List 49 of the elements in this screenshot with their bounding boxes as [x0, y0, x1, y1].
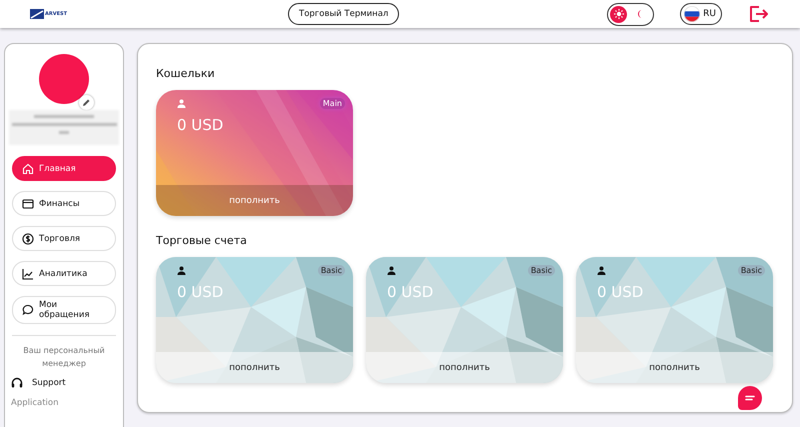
user-icon — [177, 266, 186, 275]
account-type-badge: Basic — [318, 265, 345, 276]
application-link[interactable]: Application — [11, 398, 116, 408]
account-type-badge: Main — [320, 98, 345, 109]
user-icon — [387, 266, 396, 275]
manager-text: Ваш персональный менеджер — [22, 345, 106, 370]
pencil-icon — [83, 99, 90, 106]
top-up-button[interactable]: пополнить — [156, 352, 353, 383]
top-up-button[interactable]: пополнить — [366, 352, 563, 383]
account-card[interactable]: Basic 0 USD пополнить — [576, 257, 773, 383]
chat-bubble-icon — [22, 304, 34, 316]
moon-icon — [636, 9, 643, 19]
section-title: Торговые счета — [156, 234, 248, 247]
chart-icon — [22, 268, 34, 280]
section-title: Кошельки — [156, 67, 216, 80]
nav-item[interactable]: Мои обращения — [12, 296, 116, 324]
account-card[interactable]: Main 0 USD пополнить — [156, 90, 353, 216]
house-icon — [22, 162, 34, 174]
user-icon — [597, 266, 606, 275]
balance-amount: 0 USD — [386, 282, 434, 301]
nav-item[interactable]: Торговля — [12, 226, 116, 251]
sun-icon — [614, 9, 624, 19]
balance-amount: 0 USD — [176, 282, 224, 301]
theme-toggle[interactable] — [607, 2, 654, 26]
dollar-icon — [22, 232, 34, 244]
nav-item[interactable]: Главная — [12, 156, 116, 181]
nav-item[interactable]: Аналитика — [12, 261, 116, 286]
avatar — [39, 54, 89, 104]
account-type-badge: Basic — [738, 265, 765, 276]
chat-button[interactable] — [738, 386, 762, 410]
wallet-icon — [22, 198, 34, 210]
chat-lines-icon — [745, 395, 755, 401]
nav-item[interactable]: Финансы — [12, 191, 116, 216]
account-type-badge: Basic — [528, 265, 555, 276]
support-link[interactable]: Support — [32, 378, 66, 388]
headset-icon — [11, 377, 23, 389]
balance-amount: 0 USD — [596, 282, 644, 301]
language-button[interactable]: RU — [680, 3, 722, 25]
balance-amount: 0 USD — [176, 115, 224, 134]
terminal-button[interactable]: Торговый Терминал — [288, 3, 400, 25]
account-card[interactable]: Basic 0 USD пополнить — [156, 257, 353, 383]
logo-icon — [30, 9, 44, 19]
flag-icon — [684, 6, 700, 22]
top-up-button[interactable]: пополнить — [576, 352, 773, 383]
account-card[interactable]: Basic 0 USD пополнить — [366, 257, 563, 383]
top-up-button[interactable]: пополнить — [156, 185, 353, 216]
edit-avatar-button[interactable] — [79, 95, 94, 110]
logout-icon[interactable] — [748, 4, 768, 24]
user-icon — [177, 99, 186, 108]
